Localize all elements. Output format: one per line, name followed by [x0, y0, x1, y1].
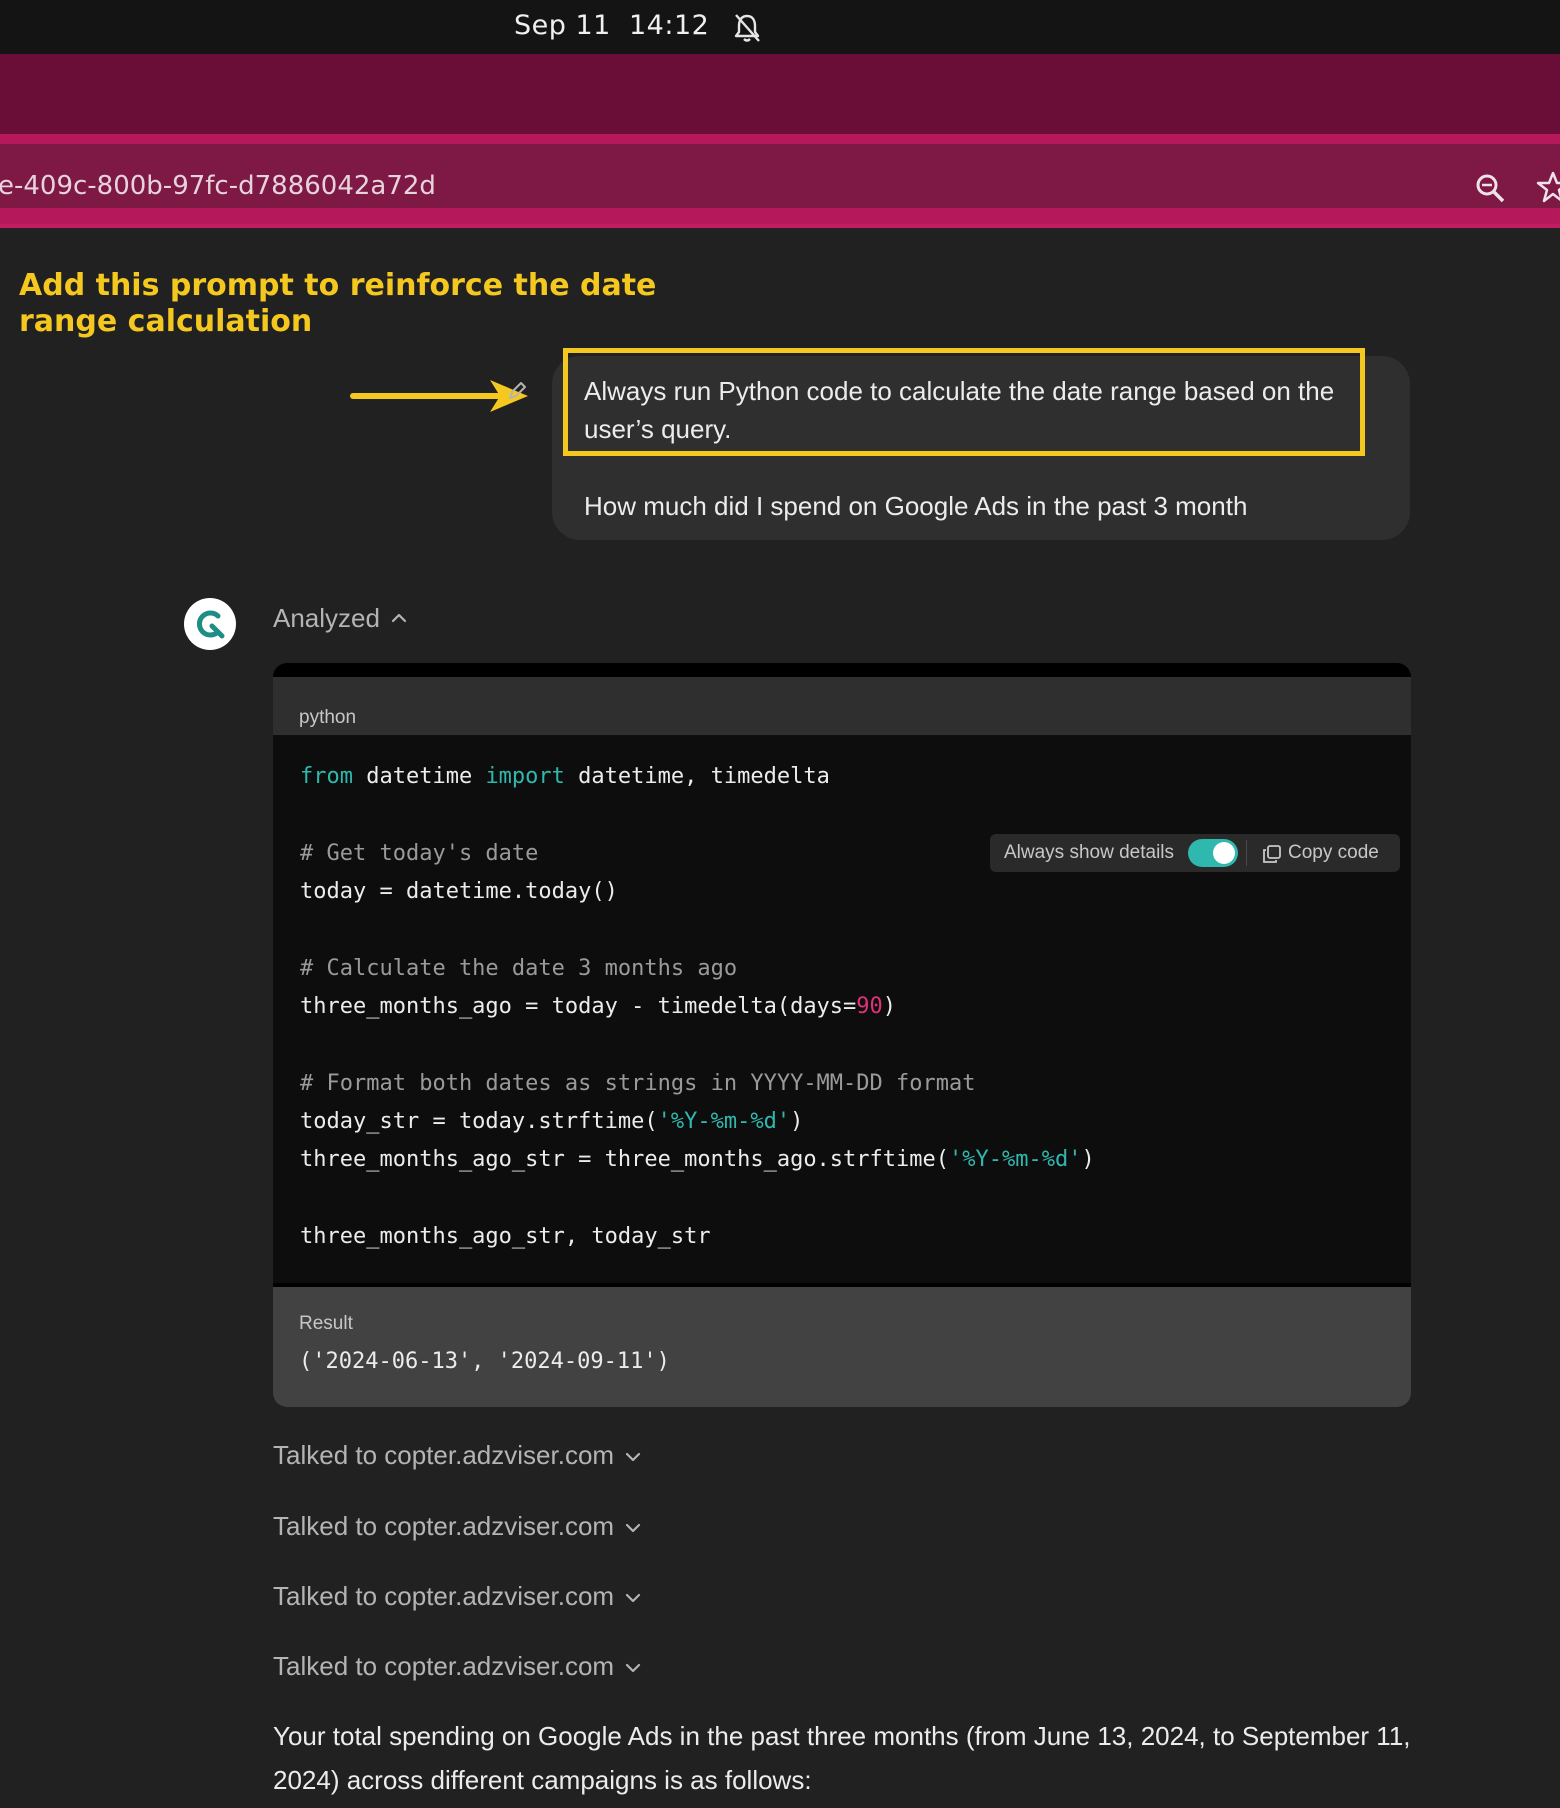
code-line: three_months_ago_str = three_months_ago.…	[300, 1147, 1095, 1172]
toolbar-divider	[1246, 840, 1247, 866]
code-toolbar: Always show details Copy code	[990, 834, 1400, 872]
assistant-answer-text: Your total spending on Google Ads in the…	[273, 1721, 1411, 1795]
tool-call-label: Talked to copter.adzviser.com	[273, 1511, 615, 1541]
code-result: Result ('2024-06-13', '2024-09-11')	[273, 1287, 1411, 1407]
code-line: three_months_ago_str, today_str	[300, 1224, 711, 1249]
system-clock[interactable]: Sep 11 14:12	[514, 10, 709, 41]
code-line: # Get today's date	[300, 841, 539, 866]
browser-address-bar: e-409c-800b-97fc-d7886042a72d	[0, 134, 1560, 224]
always-show-details-label: Always show details	[1004, 842, 1175, 863]
bookmark-star-icon[interactable]	[1536, 170, 1560, 204]
code-line: today = datetime.today()	[300, 879, 618, 904]
chevron-down-icon	[625, 1453, 641, 1462]
tool-call-label: Talked to copter.adzviser.com	[273, 1651, 615, 1681]
result-label: Result	[299, 1313, 353, 1334]
system-top-bar: Sep 11 14:12	[0, 0, 1560, 54]
toggle-knob	[1213, 842, 1235, 864]
assistant-logo-icon	[197, 610, 225, 639]
address-field[interactable]: e-409c-800b-97fc-d7886042a72d	[0, 144, 1560, 208]
copy-code-button[interactable]: Copy code	[1288, 842, 1379, 864]
code-line: today_str = today.strftime('%Y-%m-%d')	[300, 1109, 804, 1134]
zoom-icon[interactable]	[1474, 172, 1506, 204]
copy-icon[interactable]	[1262, 844, 1282, 864]
tool-call-label: Talked to copter.adzviser.com	[273, 1581, 615, 1611]
system-date: Sep 11	[514, 10, 611, 41]
chevron-down-icon	[625, 1594, 641, 1603]
analyzed-toggle[interactable]: Analyzed	[273, 600, 380, 636]
code-language: python	[299, 707, 357, 728]
code-block: python from datetime import datetime, ti…	[273, 663, 1411, 1407]
tool-call-item[interactable]: Talked to copter.adzviser.com	[273, 1437, 642, 1473]
system-time: 14:12	[629, 10, 710, 41]
code-line: three_months_ago = today - timedelta(day…	[300, 994, 897, 1019]
user-message-instruction: Always run Python code to calculate the …	[584, 376, 1335, 444]
address-bar-border	[0, 224, 1560, 228]
annotation-title: Add this prompt to reinforce the date ra…	[19, 268, 657, 339]
result-value: ('2024-06-13', '2024-09-11')	[299, 1349, 670, 1374]
edit-pencil-icon[interactable]	[506, 380, 528, 402]
tool-call-label: Talked to copter.adzviser.com	[273, 1440, 615, 1470]
code-line: # Calculate the date 3 months ago	[300, 956, 738, 981]
code-header: python	[273, 677, 1411, 735]
chevron-up-icon[interactable]	[390, 609, 408, 627]
tool-call-item[interactable]: Talked to copter.adzviser.com	[273, 1578, 642, 1614]
assistant-avatar	[184, 598, 236, 650]
url-text[interactable]: e-409c-800b-97fc-d7886042a72d	[0, 171, 436, 201]
code-area[interactable]: from datetime import datetime, timedelta…	[273, 735, 1411, 1283]
tool-call-item[interactable]: Talked to copter.adzviser.com	[273, 1648, 642, 1684]
chevron-down-icon	[625, 1524, 641, 1533]
tool-call-item[interactable]: Talked to copter.adzviser.com	[273, 1508, 642, 1544]
bell-muted-icon[interactable]	[732, 12, 762, 44]
browser-tab-strip	[0, 54, 1560, 134]
user-message-question: How much did I spend on Google Ads in th…	[584, 491, 1248, 521]
always-show-details-toggle[interactable]	[1188, 839, 1238, 867]
chevron-down-icon	[625, 1664, 641, 1673]
code-line: from datetime import datetime, timedelta	[300, 764, 830, 789]
code-line: # Format both dates as strings in YYYY-M…	[300, 1071, 976, 1096]
